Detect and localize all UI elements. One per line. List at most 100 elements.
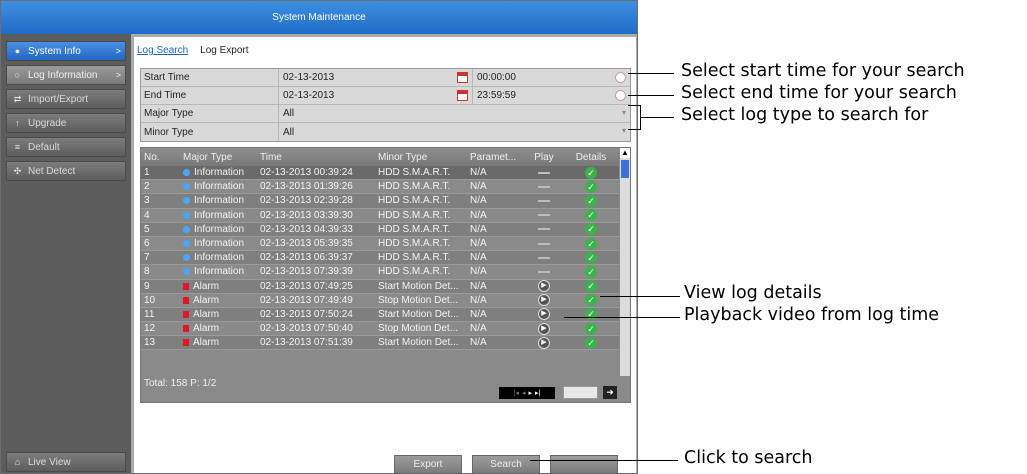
scroll-up-icon[interactable]: ▲ [620,148,630,158]
sidebar-item-import-export[interactable]: ⇄ Import/Export [6,89,126,109]
alarm-flag-icon [183,296,189,304]
table-row[interactable]: 2 Information 02-13-2013 01:39:26 HDD S.M.A… [141,180,630,195]
page-number-input[interactable] [563,386,598,399]
callout-start-time: Select start time for your search [681,61,965,81]
end-date-value: 02-13-2013 [283,90,335,101]
alarm-flag-icon [183,310,189,318]
details-check-icon[interactable]: ✓ [585,251,597,264]
details-check-icon[interactable]: ✓ [585,336,597,349]
header-details: Details [575,151,607,163]
end-date-field[interactable]: 02-13-2013 [279,87,473,104]
details-check-icon[interactable]: ✓ [585,294,597,307]
tab-log-search[interactable]: Log Search [137,45,188,56]
first-page-icon[interactable]: |◂ [514,389,519,397]
alarm-flag-icon [183,325,189,333]
details-check-icon[interactable]: ✓ [585,209,597,222]
cell-minor-type: HDD S.M.A.R.T. [378,195,451,207]
cell-details: ✓ [566,180,616,193]
export-button[interactable]: Export [394,455,462,474]
start-clock-field[interactable]: 00:00:00 [473,69,630,86]
cell-time: 02-13-2013 07:49:49 [260,294,353,306]
table-row[interactable]: 10 Alarm 02-13-2013 07:49:49 Stop Motion De… [141,293,630,308]
sidebar-item-default[interactable]: ≡ Default [6,137,126,157]
home-icon: ⌂ [14,456,21,467]
sidebar-item-system-info[interactable]: ● System Info > [6,41,126,61]
calendar-icon[interactable] [457,90,468,101]
end-clock-field[interactable]: 23:59:59 [473,87,630,104]
table-row[interactable]: 7 Information 02-13-2013 06:39:37 HDD S.M.A… [141,251,630,266]
cell-major-type: Information [171,210,256,221]
table-row[interactable]: 12 Alarm 02-13-2013 07:50:40 Stop Motion De… [141,322,630,337]
details-check-icon[interactable]: ✓ [585,308,597,321]
calendar-icon[interactable] [457,72,468,83]
details-check-icon[interactable]: ✓ [585,280,597,293]
tab-log-export[interactable]: Log Export [200,45,248,56]
cell-play [522,185,566,188]
table-row[interactable]: 13 Alarm 02-13-2013 07:51:39 Start Motion D… [141,336,630,351]
details-check-icon[interactable]: ✓ [585,166,597,179]
cell-play: ▶ [522,322,566,335]
table-row[interactable]: 1 Information 02-13-2013 00:39:24 HDD S.M.A… [141,166,630,181]
table-row[interactable]: 8 Information 02-13-2013 07:39:39 HDD S.M.A… [141,265,630,280]
table-row[interactable]: 4 Information 02-13-2013 03:39:30 HDD S.M.A… [141,208,630,223]
clock-icon[interactable] [615,72,626,83]
go-page-button[interactable]: ➜ [603,386,617,399]
next-page-icon[interactable]: ▸ [529,389,533,397]
prev-page-icon[interactable]: ◂ [522,389,526,397]
table-row[interactable]: 3 Information 02-13-2013 02:39:28 HDD S.M.A… [141,194,630,209]
live-view-button[interactable]: ⌂ Live View [6,452,126,472]
sidebar-item-label: Log Information [28,69,98,81]
cell-details: ✓ [566,251,616,264]
cell-no: 8 [144,266,150,278]
sidebar-item-net-detect[interactable]: ✣ Net Detect [6,161,126,181]
cell-parameter: N/A [470,181,487,193]
major-type-text: Information [194,238,245,250]
major-type-text: Alarm [193,294,220,306]
back-button[interactable] [550,455,618,474]
details-check-icon[interactable]: ✓ [585,265,597,278]
minor-type-select[interactable]: All ▾ [279,123,630,141]
search-button[interactable]: Search [472,455,540,474]
table-row[interactable]: 11 Alarm 02-13-2013 07:50:24 Start Motion D… [141,307,630,323]
callout-end-time: Select end time for your search [681,83,957,103]
cell-major-type: Information [171,224,256,235]
sidebar-item-upgrade[interactable]: ↑ Upgrade [6,113,126,133]
cell-play [522,199,566,202]
sidebar-item-label: System Info [28,45,81,57]
callout-line-details [600,296,680,297]
end-time-label: End Time [141,87,279,104]
clock-icon[interactable] [615,90,626,101]
cell-no: 3 [144,195,150,207]
details-check-icon[interactable]: ✓ [585,194,597,207]
details-check-icon[interactable]: ✓ [585,180,597,193]
details-check-icon[interactable]: ✓ [585,237,597,250]
table-row[interactable]: 6 Information 02-13-2013 05:39:35 HDD S.M.A… [141,236,630,252]
playback-button[interactable]: ▶ [538,280,550,293]
sidebar-item-label: Upgrade [28,117,67,129]
playback-button[interactable]: ▶ [538,294,550,307]
sidebar-item-log-information[interactable]: ○ Log Information > [6,65,126,85]
details-check-icon[interactable]: ✓ [585,223,597,236]
cell-time: 02-13-2013 07:51:39 [260,337,353,349]
major-type-select[interactable]: All ▾ [279,105,630,122]
last-page-icon[interactable]: ▸| [535,389,540,397]
playback-button[interactable]: ▶ [538,336,550,349]
header-play: Play [534,151,554,163]
details-check-icon[interactable]: ✓ [585,322,597,335]
table-row[interactable]: 9 Alarm 02-13-2013 07:49:25 Start Motion De… [141,279,630,294]
table-body: 1 Information 02-13-2013 00:39:24 HDD S.M.A… [141,166,630,351]
end-time-row: End Time 02-13-2013 23:59:59 [141,87,630,105]
scroll-thumb[interactable] [621,160,629,178]
playback-button[interactable]: ▶ [538,308,550,321]
playback-button[interactable]: ▶ [538,322,550,335]
header-minor-type: Minor Type [378,151,428,163]
cell-details: ✓ [566,265,616,278]
playback-unavailable [538,185,550,188]
cell-details: ✓ [566,194,616,207]
table-row[interactable]: 5 Information 02-13-2013 04:39:33 HDD S.M.A… [141,222,630,237]
header-time: Time [260,151,282,163]
cell-time: 02-13-2013 02:39:28 [260,195,353,207]
major-type-text: Information [194,181,245,193]
start-date-field[interactable]: 02-13-2013 [279,69,473,86]
table-scrollbar[interactable]: ▲ ▼ [619,148,630,402]
